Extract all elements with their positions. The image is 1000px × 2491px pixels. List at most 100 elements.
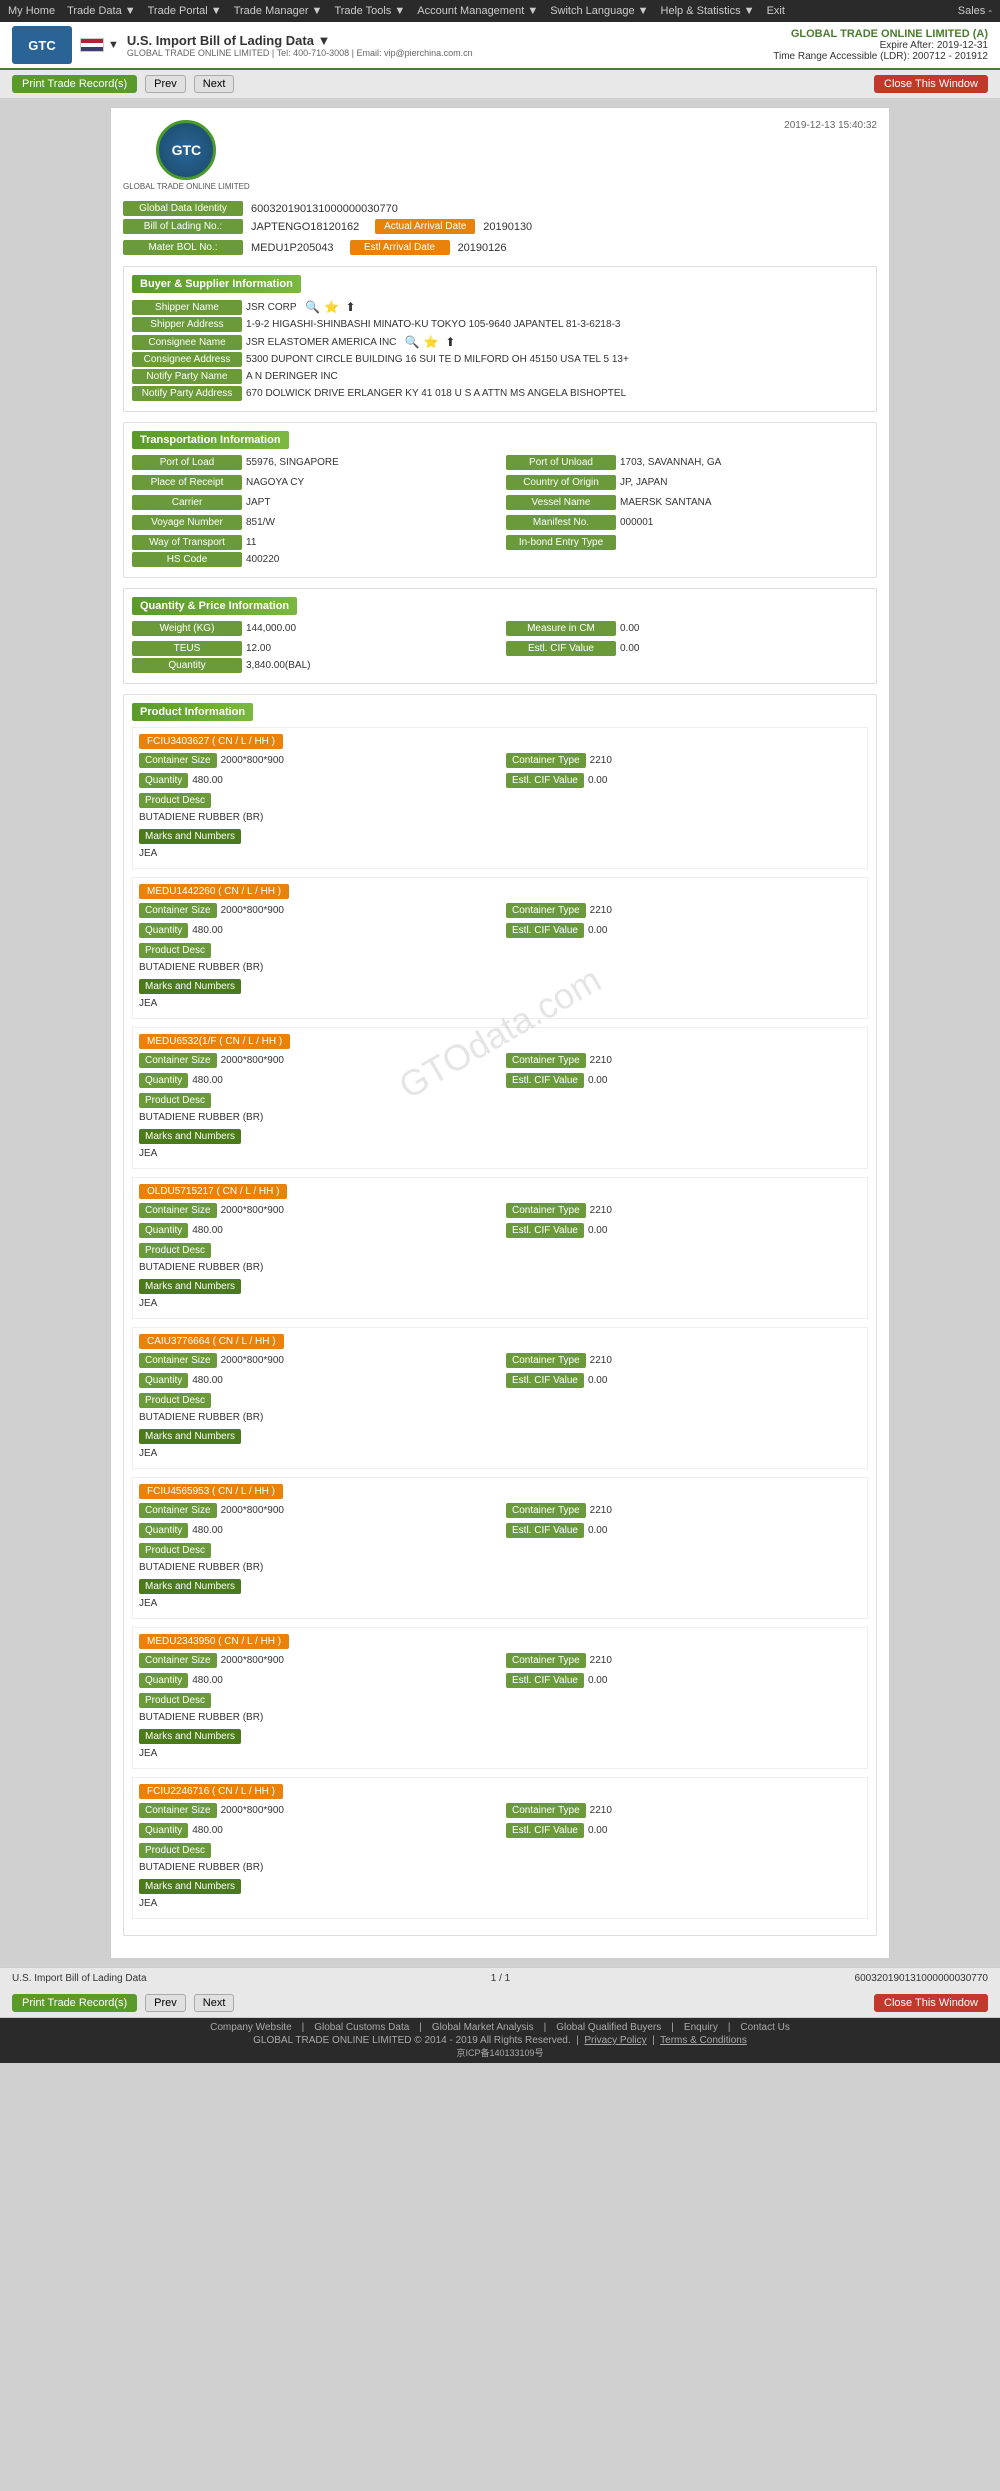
consignee-star-icon[interactable]: ⭐ <box>423 334 439 350</box>
container-number-badge: CAIU3776664 ( CN / L / HH ) <box>139 1334 861 1353</box>
container-size-value-7: 2000*800*900 <box>221 1805 284 1816</box>
container-grid-3: Container Size 2000*800*900 Container Ty… <box>139 1203 861 1240</box>
bottom-next-button[interactable]: Next <box>194 1994 235 2012</box>
container-size-row-2: Container Size 2000*800*900 <box>139 1053 494 1068</box>
link-customs[interactable]: Global Customs Data <box>314 2022 409 2033</box>
container-qty-value-3: 480.00 <box>192 1225 223 1236</box>
link-market[interactable]: Global Market Analysis <box>432 2022 534 2033</box>
up-arrow-icon[interactable]: ⬆ <box>343 299 359 315</box>
product-desc-text-7: BUTADIENE RUBBER (BR) <box>139 1862 861 1873</box>
expire-info: Expire After: 2019-12-31 <box>773 40 988 51</box>
copyright: GLOBAL TRADE ONLINE LIMITED © 2014 - 201… <box>253 2035 571 2046</box>
link-contact[interactable]: Contact Us <box>740 2022 789 2033</box>
mater-bol-row: Mater BOL No.: MEDU1P205043 Estl Arrival… <box>123 240 877 258</box>
nav-exit[interactable]: Exit <box>767 5 785 17</box>
country-of-origin-label: Country of Origin <box>506 475 616 490</box>
product-desc-label-3: Product Desc <box>139 1243 211 1258</box>
container-qty-value-5: 480.00 <box>192 1525 223 1536</box>
marks-section-0: Marks and Numbers <box>139 826 861 847</box>
bottom-close-button[interactable]: Close This Window <box>874 1994 988 2012</box>
way-of-transport-label: Way of Transport <box>132 535 242 550</box>
container-grid-5: Container Size 2000*800*900 Container Ty… <box>139 1503 861 1540</box>
container-size-value-0: 2000*800*900 <box>221 755 284 766</box>
link-buyers[interactable]: Global Qualified Buyers <box>556 2022 661 2033</box>
container-qty-row-6: Quantity 480.00 <box>139 1673 494 1688</box>
global-data-identity-label: Global Data Identity <box>123 201 243 216</box>
close-button[interactable]: Close This Window <box>874 75 988 93</box>
container-type-label-4: Container Type <box>506 1353 586 1368</box>
voyage-number-value: 851/W <box>246 517 275 528</box>
container-cif-row-5: Estl. CIF Value 0.00 <box>506 1523 861 1538</box>
container-grid-4: Container Size 2000*800*900 Container Ty… <box>139 1353 861 1390</box>
logo-box: GTC <box>12 26 72 64</box>
container-type-row-6: Container Type 2210 <box>506 1653 861 1668</box>
container-cif-row-1: Estl. CIF Value 0.00 <box>506 923 861 938</box>
product-desc-section-1: Product Desc <box>139 940 861 961</box>
container-cif-row-7: Estl. CIF Value 0.00 <box>506 1823 861 1838</box>
star-icon[interactable]: ⭐ <box>324 299 340 315</box>
link-company[interactable]: Company Website <box>210 2022 292 2033</box>
consignee-up-icon[interactable]: ⬆ <box>442 334 458 350</box>
container-type-row-3: Container Type 2210 <box>506 1203 861 1218</box>
marks-text-4: JEA <box>139 1448 861 1459</box>
quantity-value: 3,840.00(BAL) <box>246 660 311 671</box>
nav-tradetools[interactable]: Trade Tools ▼ <box>334 5 405 17</box>
container-cif-value-1: 0.00 <box>588 925 607 936</box>
nav-account[interactable]: Account Management ▼ <box>417 5 538 17</box>
product-desc-section-2: Product Desc <box>139 1090 861 1111</box>
bottom-prev-button[interactable]: Prev <box>145 1994 186 2012</box>
product-desc-label-0: Product Desc <box>139 793 211 808</box>
link-enquiry[interactable]: Enquiry <box>684 2022 718 2033</box>
quantity-title: Quantity & Price Information <box>132 597 297 615</box>
container-number-badge: MEDU2343950 ( CN / L / HH ) <box>139 1634 861 1653</box>
mater-bol-value: MEDU1P205043 <box>251 242 334 254</box>
weight-label: Weight (KG) <box>132 621 242 636</box>
consignee-search-icon[interactable]: 🔍 <box>404 334 420 350</box>
link-terms[interactable]: Terms & Conditions <box>660 2035 747 2046</box>
container-type-label-1: Container Type <box>506 903 586 918</box>
nav-tradedata[interactable]: Trade Data ▼ <box>67 5 136 17</box>
container-size-label-1: Container Size <box>139 903 217 918</box>
next-button[interactable]: Next <box>194 75 235 93</box>
nav-tradeportal[interactable]: Trade Portal ▼ <box>148 5 222 17</box>
estl-arrival-row: Estl Arrival Date 20190126 <box>350 240 507 255</box>
container-size-row-5: Container Size 2000*800*900 <box>139 1503 494 1518</box>
nav-help[interactable]: Help & Statistics ▼ <box>661 5 755 17</box>
notify-party-row: Notify Party Name A N DERINGER INC <box>132 369 868 384</box>
place-of-receipt-label: Place of Receipt <box>132 475 242 490</box>
container-type-value-5: 2210 <box>590 1505 612 1516</box>
bol-number-row: Bill of Lading No.: JAPTENGO18120162 <box>123 219 359 234</box>
marks-section-3: Marks and Numbers <box>139 1276 861 1297</box>
container-cif-value-2: 0.00 <box>588 1075 607 1086</box>
vessel-name-value: MAERSK SANTANA <box>620 497 712 508</box>
inbond-entry-label: In-bond Entry Type <box>506 535 616 550</box>
search-icon[interactable]: 🔍 <box>305 299 321 315</box>
prev-button[interactable]: Prev <box>145 75 186 93</box>
container-cif-row-6: Estl. CIF Value 0.00 <box>506 1673 861 1688</box>
container-qty-label-6: Quantity <box>139 1673 188 1688</box>
marks-section-2: Marks and Numbers <box>139 1126 861 1147</box>
container-qty-value-6: 480.00 <box>192 1675 223 1686</box>
container-cif-label-0: Estl. CIF Value <box>506 773 584 788</box>
gtc-logo-label: GTC <box>172 142 202 158</box>
print-button[interactable]: Print Trade Record(s) <box>12 75 137 93</box>
hs-code-label: HS Code <box>132 552 242 567</box>
bol-value: JAPTENGO18120162 <box>251 221 359 233</box>
container-size-value-5: 2000*800*900 <box>221 1505 284 1516</box>
footer-record-id: 600320190131000000030770 <box>855 1973 988 1984</box>
marks-text-6: JEA <box>139 1748 861 1759</box>
buyer-supplier-title: Buyer & Supplier Information <box>132 275 301 293</box>
page-title-area: U.S. Import Bill of Lading Data ▼ GLOBAL… <box>127 33 473 58</box>
nav-language[interactable]: Switch Language ▼ <box>550 5 648 17</box>
container-cif-label-6: Estl. CIF Value <box>506 1673 584 1688</box>
logo-area: GTC ▼ U.S. Import Bill of Lading Data ▼ … <box>12 26 473 64</box>
vessel-name-row: Vessel Name MAERSK SANTANA <box>506 495 868 510</box>
marks-text-7: JEA <box>139 1898 861 1909</box>
container-qty-row-2: Quantity 480.00 <box>139 1073 494 1088</box>
teus-value: 12.00 <box>246 643 271 654</box>
bottom-print-button[interactable]: Print Trade Record(s) <box>12 1994 137 2012</box>
link-privacy[interactable]: Privacy Policy <box>584 2035 646 2046</box>
nav-myhome[interactable]: My Home <box>8 5 55 17</box>
container-cif-label-5: Estl. CIF Value <box>506 1523 584 1538</box>
nav-trademanager[interactable]: Trade Manager ▼ <box>234 5 323 17</box>
